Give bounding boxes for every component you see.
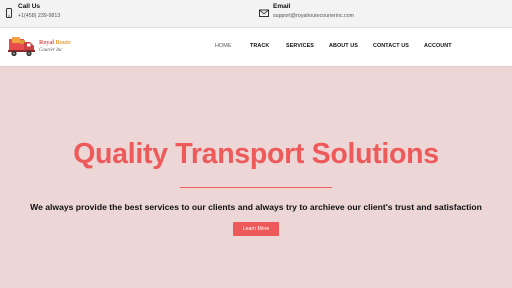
nav-about-us[interactable]: ABOUT US xyxy=(329,43,358,49)
delivery-truck-icon xyxy=(8,37,35,57)
top-contact-bar: Call Us +1(458) 239-9813 Email support@r… xyxy=(0,0,512,28)
logo[interactable]: Royal Route Courier Inc xyxy=(7,36,71,58)
nav-account[interactable]: ACCOUNT xyxy=(424,43,452,49)
nav-track[interactable]: TRACK xyxy=(250,43,269,49)
nav-services[interactable]: SERVICES xyxy=(286,43,314,49)
envelope-icon xyxy=(259,9,269,17)
email-block: Email support@royalroutecourierinc.com xyxy=(259,3,354,21)
email-title: Email xyxy=(273,3,291,10)
hero-subtitle: We always provide the best services to o… xyxy=(30,202,482,212)
logo-tagline: Courier Inc xyxy=(39,48,63,53)
email-address[interactable]: support@royalroutecourierinc.com xyxy=(273,12,354,21)
learn-more-button[interactable]: Learn More xyxy=(233,222,279,236)
main-navbar: Royal Route Courier Inc HOME TRACK SERVI… xyxy=(0,28,512,66)
hero-divider xyxy=(180,187,332,188)
call-us-title: Call Us xyxy=(18,3,41,10)
logo-name: Royal Route xyxy=(39,40,71,46)
call-us-phone[interactable]: +1(458) 239-9813 xyxy=(18,12,60,21)
nav-home[interactable]: HOME xyxy=(215,43,232,49)
hero-title: Quality Transport Solutions xyxy=(73,138,439,170)
nav-contact-us[interactable]: CONTACT US xyxy=(373,43,409,49)
phone-icon xyxy=(6,8,12,18)
call-us-block: Call Us +1(458) 239-9813 xyxy=(4,3,60,21)
